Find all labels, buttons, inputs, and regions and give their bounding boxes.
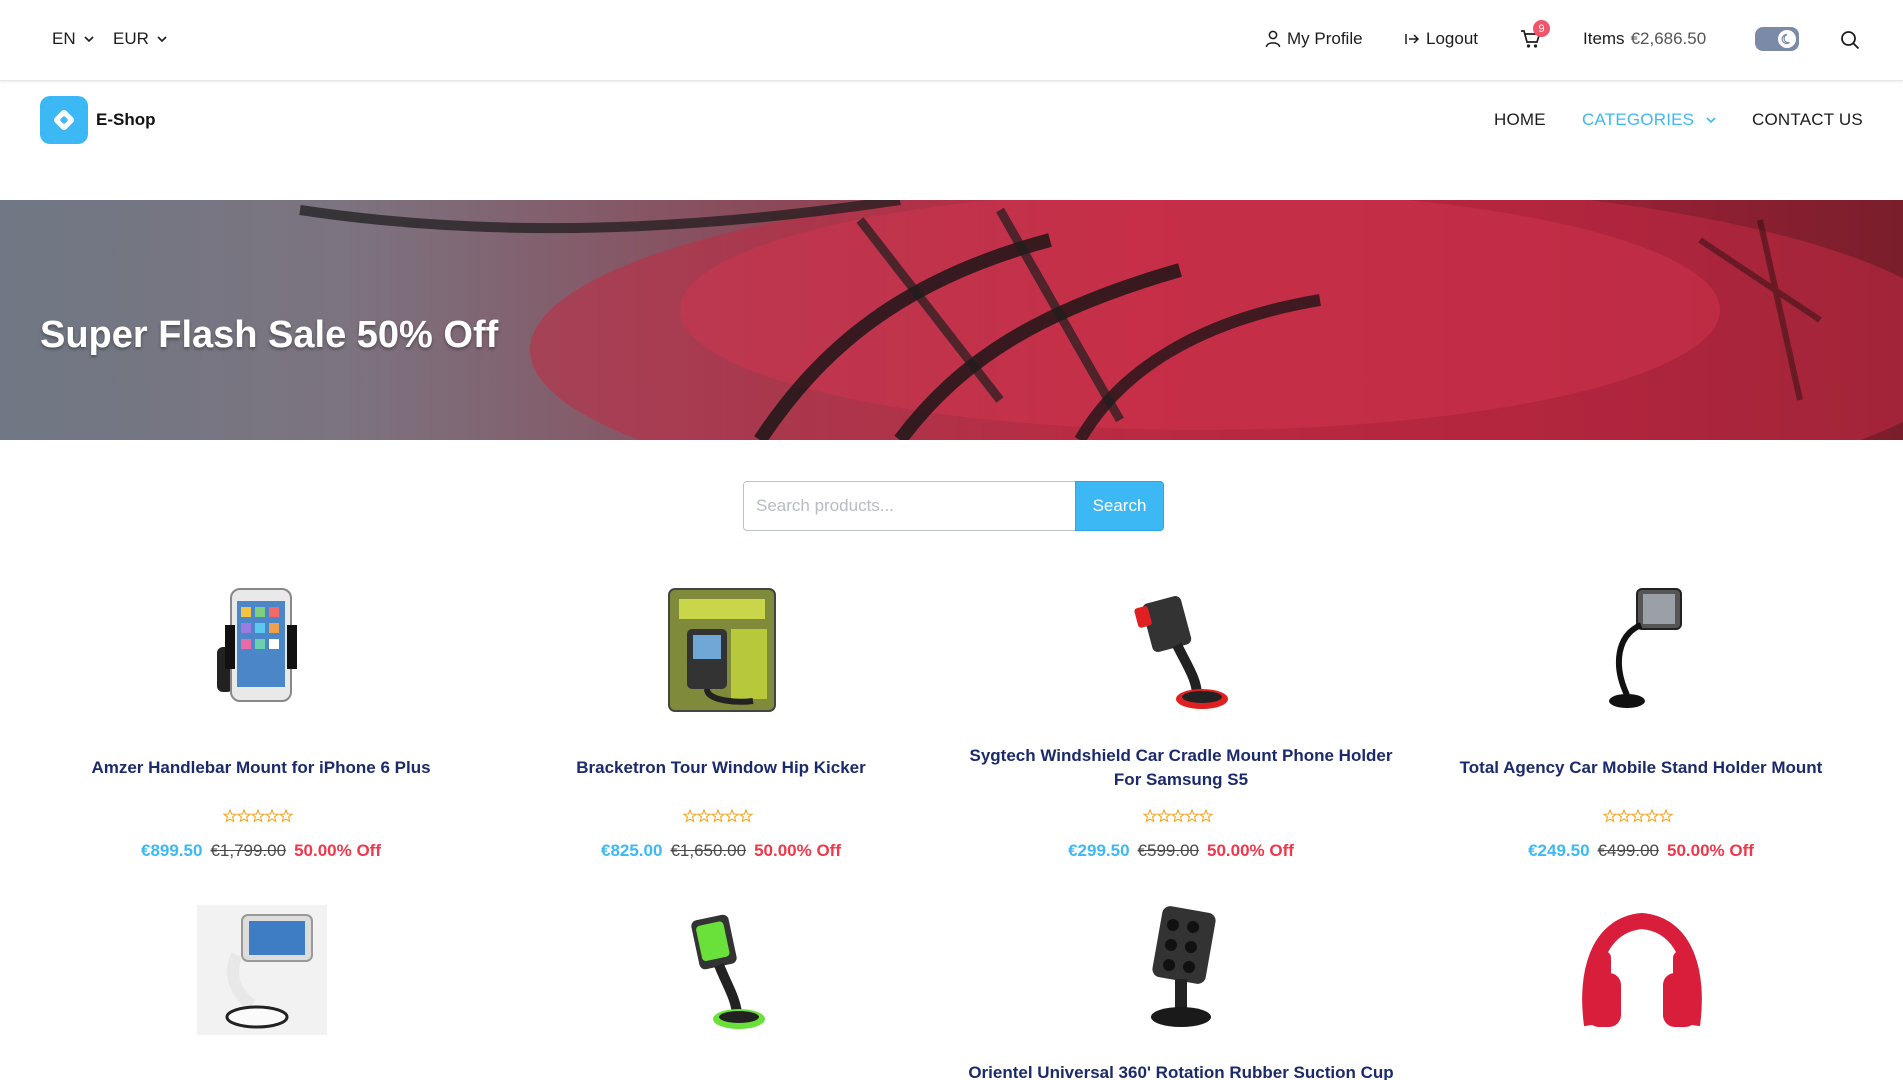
language-label: EN — [52, 29, 76, 48]
logo-mark[interactable] — [40, 96, 88, 144]
price-current: €299.50 — [1068, 841, 1130, 860]
logout-link[interactable]: Logout — [1404, 29, 1478, 49]
price-original: €499.00 — [1597, 841, 1659, 860]
product-title[interactable]: Sygtech Windshield Car Cradle Mount Phon… — [961, 744, 1401, 792]
product-image[interactable] — [657, 905, 787, 1035]
dark-mode-toggle[interactable] — [1755, 27, 1799, 51]
price-row: €825.00 €1,650.00 50.00% Off — [491, 841, 951, 861]
rating-stars — [1603, 809, 1674, 823]
items-total: €2,686.50 — [1630, 29, 1707, 48]
nav-contact[interactable]: CONTACT US — [1752, 110, 1863, 130]
discount-label: 50.00% Off — [294, 841, 382, 860]
logo-icon — [53, 109, 75, 131]
discount-label: 50.00% Off — [1206, 841, 1294, 860]
search-button[interactable]: Search — [1075, 481, 1164, 531]
price-row: €299.50 €599.00 50.00% Off — [951, 841, 1411, 861]
price-original: €1,650.00 — [670, 841, 747, 860]
logo-text[interactable]: E-Shop — [96, 110, 156, 130]
top-bar: EN EUR My Profile Logout 9 Items €2,686.… — [0, 0, 1903, 81]
user-icon — [1265, 30, 1281, 48]
price-original: €599.00 — [1137, 841, 1199, 860]
chevron-down-icon — [157, 36, 167, 43]
currency-label: EUR — [113, 29, 149, 48]
logout-label: Logout — [1426, 29, 1478, 48]
product-title[interactable]: Amzer Handlebar Mount for iPhone 6 Plus — [41, 756, 481, 780]
chevron-down-icon — [1706, 117, 1716, 124]
discount-label: 50.00% Off — [1666, 841, 1754, 860]
logout-icon — [1405, 34, 1420, 44]
product-title[interactable]: Orientel Universal 360' Rotation Rubber … — [961, 1061, 1401, 1080]
currency-selector[interactable]: EUR — [113, 29, 169, 49]
cart-summary[interactable]: Items €2,686.50 — [1583, 29, 1706, 49]
product-title[interactable]: Total Agency Car Mobile Stand Holder Mou… — [1421, 756, 1861, 780]
cart-count-badge: 9 — [1533, 20, 1550, 37]
price-original: €1,799.00 — [210, 841, 287, 860]
moon-icon — [1778, 30, 1796, 48]
product-image[interactable] — [1117, 585, 1247, 715]
price-current: €249.50 — [1528, 841, 1590, 860]
price-current: €899.50 — [140, 841, 203, 860]
language-selector[interactable]: EN — [52, 29, 96, 49]
product-image[interactable] — [657, 585, 787, 715]
product-image[interactable] — [1577, 905, 1707, 1035]
product-image[interactable] — [197, 585, 327, 715]
price-row: €899.50 €1,799.00 50.00% Off — [31, 841, 491, 861]
hero-banner: Super Flash Sale 50% Off — [0, 200, 1903, 440]
rating-stars — [1143, 809, 1214, 823]
my-profile-label: My Profile — [1287, 29, 1363, 48]
search-icon[interactable] — [1840, 30, 1860, 50]
rating-stars — [683, 809, 754, 823]
search-input[interactable] — [743, 481, 1076, 531]
chevron-down-icon — [84, 36, 94, 43]
product-image[interactable] — [1577, 585, 1707, 715]
items-label: Items — [1583, 29, 1625, 48]
my-profile-link[interactable]: My Profile — [1265, 29, 1363, 49]
nav-categories[interactable]: CATEGORIES — [1582, 110, 1718, 130]
price-row: €249.50 €499.00 50.00% Off — [1411, 841, 1871, 861]
product-title[interactable]: Bracketron Tour Window Hip Kicker — [501, 756, 941, 780]
product-image[interactable] — [1117, 905, 1247, 1035]
product-image[interactable] — [197, 905, 327, 1035]
price-current: €825.00 — [600, 841, 663, 860]
discount-label: 50.00% Off — [754, 841, 842, 860]
nav-home[interactable]: HOME — [1494, 110, 1546, 130]
nav-categories-label: CATEGORIES — [1582, 110, 1695, 129]
banner-title: Super Flash Sale 50% Off — [40, 314, 499, 356]
rating-stars — [223, 809, 294, 823]
